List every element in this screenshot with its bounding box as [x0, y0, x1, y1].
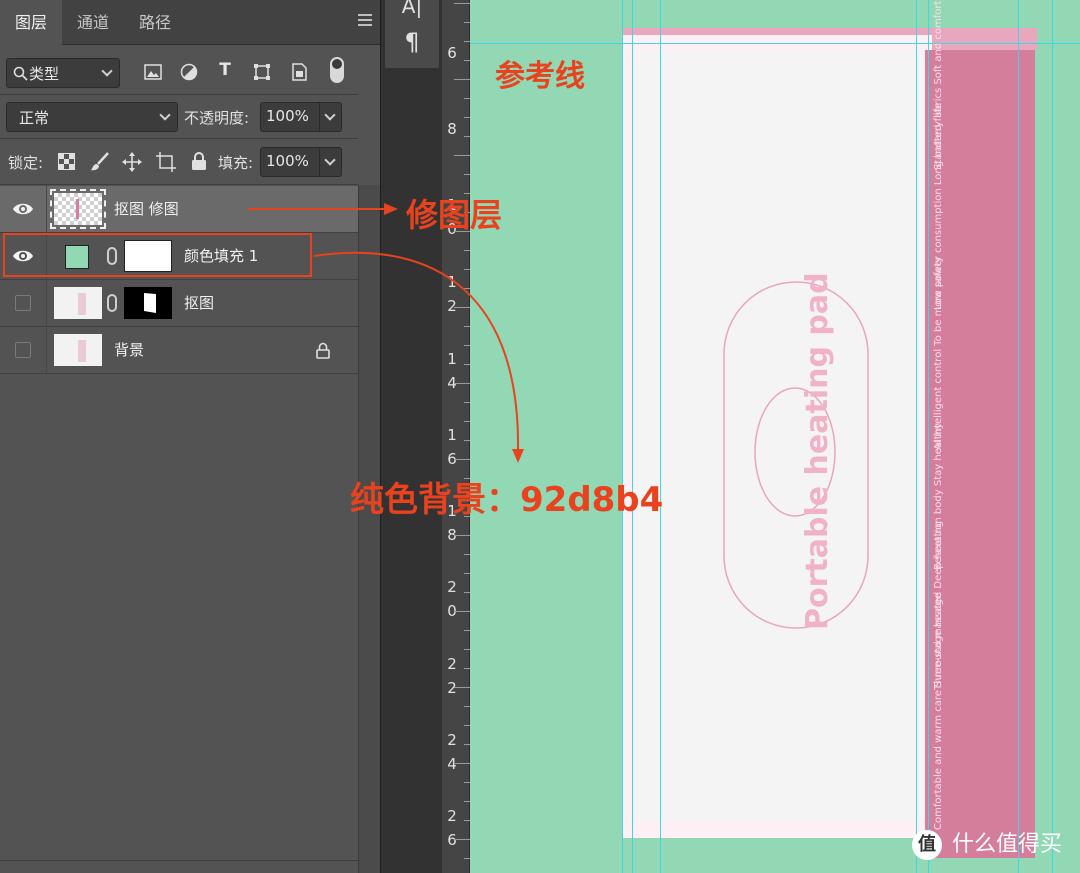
watermark-text: 什么值得买	[952, 832, 1063, 857]
annotation-retouch-layer: 修图层	[406, 196, 503, 234]
annotation-arrows	[248, 203, 524, 463]
watermark-logo-icon: 值	[912, 830, 942, 860]
annotation-solid-background: 纯色背景：92d8b4	[350, 480, 664, 520]
